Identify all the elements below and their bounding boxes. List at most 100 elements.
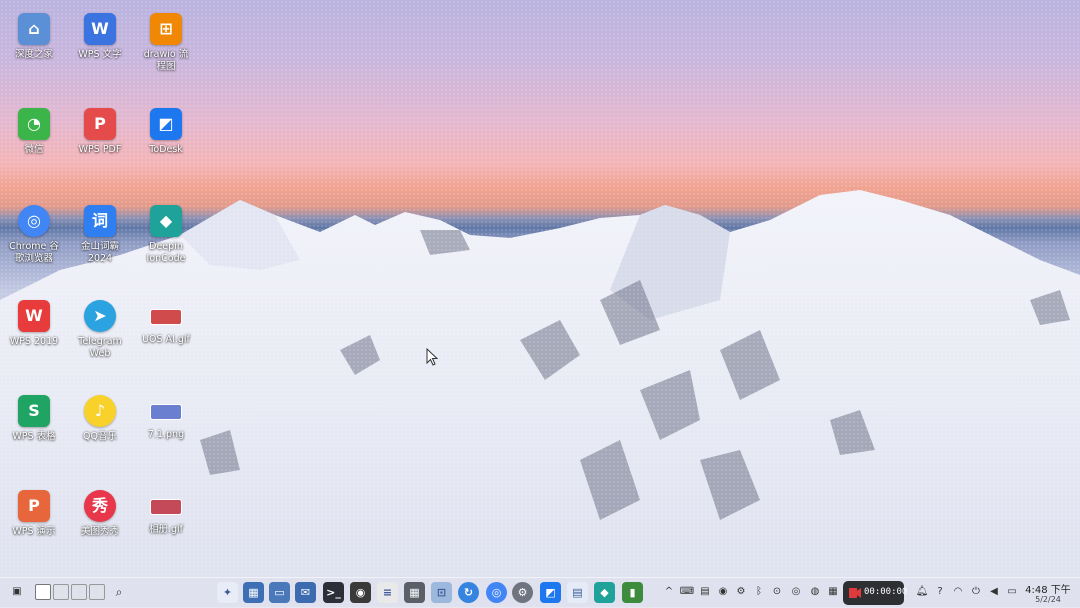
chrome-icon: ◎ [18, 205, 50, 237]
record-stop-icon [849, 588, 861, 598]
desktop-icon-label: Deepin IonCode [146, 241, 186, 264]
desktop-icon-telegram-web[interactable]: ➤ Telegram Web [67, 300, 133, 360]
wechat-icon: ◔ [18, 108, 50, 140]
drawio-icon: ⊞ [150, 13, 182, 45]
recorder-time: 00:00:00 [864, 587, 908, 597]
taskbar-file-manager-icon[interactable]: ▭ [269, 582, 290, 603]
desktop-icon-label: 7.1.png [147, 429, 185, 440]
desktop-icon-label: Chrome 谷 歌浏览器 [9, 241, 59, 264]
battery-icon[interactable]: ▭ [1005, 585, 1019, 599]
desktop-icon-label: WPS 表格 [12, 431, 56, 442]
notification-icon[interactable]: 🔔︎ [915, 585, 929, 599]
mouse-cursor [426, 348, 438, 366]
workspace-3[interactable] [71, 584, 87, 600]
power-icon[interactable]: ⏻ [969, 585, 983, 599]
taskbar-chrome-icon[interactable]: ◎ [486, 582, 507, 603]
desktop-icon-label: 金山词霸 2024 [80, 241, 119, 264]
wps-pdf-icon: P [84, 108, 116, 140]
desktop-icon-label: WPS PDF [78, 144, 122, 155]
desktop-icon-deepin-home[interactable]: ⌂ 深度之家 [1, 13, 67, 61]
desktop-icon-label: WPS 演示 [12, 526, 56, 537]
volume-icon[interactable]: ◀ [987, 585, 1001, 599]
taskbar-screenshot-icon[interactable]: ⊡ [431, 582, 452, 603]
telegram-web-icon: ➤ [84, 300, 116, 332]
desktop-icon-album-gif[interactable]: 相册.gif [133, 490, 199, 536]
camera-icon[interactable]: ◉ [716, 585, 730, 599]
desktop-icon-wps-pdf[interactable]: P WPS PDF [67, 108, 133, 156]
desktop-icon-label: ToDesk [149, 144, 183, 155]
taskbar-deepin-ioncode-icon[interactable]: ◆ [594, 582, 615, 603]
tray-expand-icon[interactable]: ^ [662, 585, 676, 599]
desktop-icon-label: 微信 [24, 144, 44, 155]
taskbar-terminal-icon[interactable]: >_ [323, 582, 344, 603]
workspace-2[interactable] [53, 584, 69, 600]
desktop[interactable]: ⌂ 深度之家 W WPS 文字 ⊞ drawio 流 程图 ◔ 微信 P WPS PDF ◩ ToDe… [0, 0, 1080, 607]
wps-sheet-icon: S [18, 395, 50, 427]
desktop-icon-uos-ai-gif[interactable]: UOS AI.gif [133, 300, 199, 346]
desktop-icon-qq-music[interactable]: ♪ QQ音乐 [67, 395, 133, 443]
taskbar-control-center-icon[interactable]: ⚙ [512, 582, 533, 603]
qq-music-icon: ♪ [84, 395, 116, 427]
todesk-icon: ◩ [150, 108, 182, 140]
wps-slides-icon: P [18, 490, 50, 522]
taskbar-music-player-icon[interactable]: ◉ [350, 582, 371, 603]
clipboard-icon[interactable]: ▤ [698, 585, 712, 599]
desktop-icon-deepin-ioncode[interactable]: ◆ Deepin IonCode [133, 205, 199, 265]
desktop-icon-label: drawio 流 程图 [143, 49, 189, 72]
desktop-icon-todesk[interactable]: ◩ ToDesk [133, 108, 199, 156]
desktop-icon-wps-slides[interactable]: P WPS 演示 [1, 490, 67, 538]
taskbar-mail-icon[interactable]: ✉ [295, 582, 316, 603]
desktop-icon-wechat[interactable]: ◔ 微信 [1, 108, 67, 156]
help-icon[interactable]: ? [933, 585, 947, 599]
search-icon[interactable]: ⌕ [112, 585, 126, 599]
jinshan-ciba-icon: 词 [84, 205, 116, 237]
clock-date[interactable]: 5/2/24 [1022, 595, 1074, 604]
taskbar-launcher-icon[interactable]: ✦ [217, 582, 238, 603]
desktop-icon-chrome[interactable]: ◎ Chrome 谷 歌浏览器 [1, 205, 67, 265]
desktop-icon-label: WPS 2019 [9, 336, 59, 347]
meitu-xiuxiu-icon: 秀 [84, 490, 116, 522]
clock-time[interactable]: 4:48 下午 [1022, 581, 1074, 596]
image-7-1-png-icon [150, 404, 182, 420]
taskbar-app-store-icon[interactable]: ↻ [458, 582, 479, 603]
desktop-icon-meitu-xiuxiu[interactable]: 秀美图秀秀 [67, 490, 133, 538]
desktop-icon-label: QQ音乐 [83, 431, 117, 442]
desktop-icon-wps-sheet[interactable]: S WPS 表格 [1, 395, 67, 443]
desktop-icon-wps-2019[interactable]: W WPS 2019 [1, 300, 67, 348]
desktop-icon-label: 深度之家 [14, 49, 53, 60]
desktop-icon-image-7-1-png[interactable]: 7.1.png [133, 395, 199, 441]
network-monitor-icon[interactable]: ◍ [808, 585, 822, 599]
desktop-icon-drawio[interactable]: ⊞ drawio 流 程图 [133, 13, 199, 73]
bluetooth-icon[interactable]: ᛒ [752, 585, 766, 599]
wps-writer-icon: W [84, 13, 116, 45]
screen-record-icon[interactable]: ◎ [789, 585, 803, 599]
taskbar-todesk-icon[interactable]: ◩ [540, 582, 561, 603]
desktop-icon-label: 美图秀秀 [80, 526, 119, 537]
taskbar-document-viewer-icon[interactable]: ▤ [567, 582, 588, 603]
record-tray-icon[interactable]: ⊙ [770, 585, 784, 599]
workspace-1[interactable] [35, 584, 51, 600]
keyboard-icon[interactable]: ⌨ [680, 585, 694, 599]
desktop-icon-label: WPS 文字 [78, 49, 122, 60]
taskbar: ▣ ⌕ ✦ ▦ ▭ ✉ >_ ◉ ≡ ▦ ⊡ ↻ ◎ ⚙ ◩ ▤ ◆ ▮ ^ ⌨ ▤ ◉ ⚙ ᛒ ⊙ ◎ ◍ … [0, 577, 1080, 608]
desktop-icon-label: UOS AI.gif [142, 334, 190, 345]
show-desktop-icon[interactable]: ▣ [10, 585, 24, 599]
wifi-icon[interactable]: ◠ [951, 585, 965, 599]
album-gif-icon [150, 499, 182, 515]
workspace-4[interactable] [89, 584, 105, 600]
uos-ai-gif-icon [150, 309, 182, 325]
virtual-keyboard-icon[interactable]: ▦ [826, 585, 840, 599]
taskbar-text-editor-icon[interactable]: ≡ [377, 582, 398, 603]
wps-2019-icon: W [18, 300, 50, 332]
settings-tray-icon[interactable]: ⚙ [734, 585, 748, 599]
taskbar-multitask-view-icon[interactable]: ▦ [243, 582, 264, 603]
desktop-icon-label: Telegram Web [78, 336, 122, 359]
taskbar-android-app-icon[interactable]: ▮ [622, 582, 643, 603]
desktop-icon-wps-writer[interactable]: W WPS 文字 [67, 13, 133, 61]
taskbar-calculator-icon[interactable]: ▦ [404, 582, 425, 603]
deepin-home-icon: ⌂ [18, 13, 50, 45]
desktop-icon-label: 相册.gif [148, 524, 184, 535]
deepin-ioncode-icon: ◆ [150, 205, 182, 237]
screen-recorder-status[interactable]: 00:00:00 [843, 581, 908, 605]
desktop-icon-jinshan-ciba[interactable]: 词金山词霸 2024 [67, 205, 133, 265]
